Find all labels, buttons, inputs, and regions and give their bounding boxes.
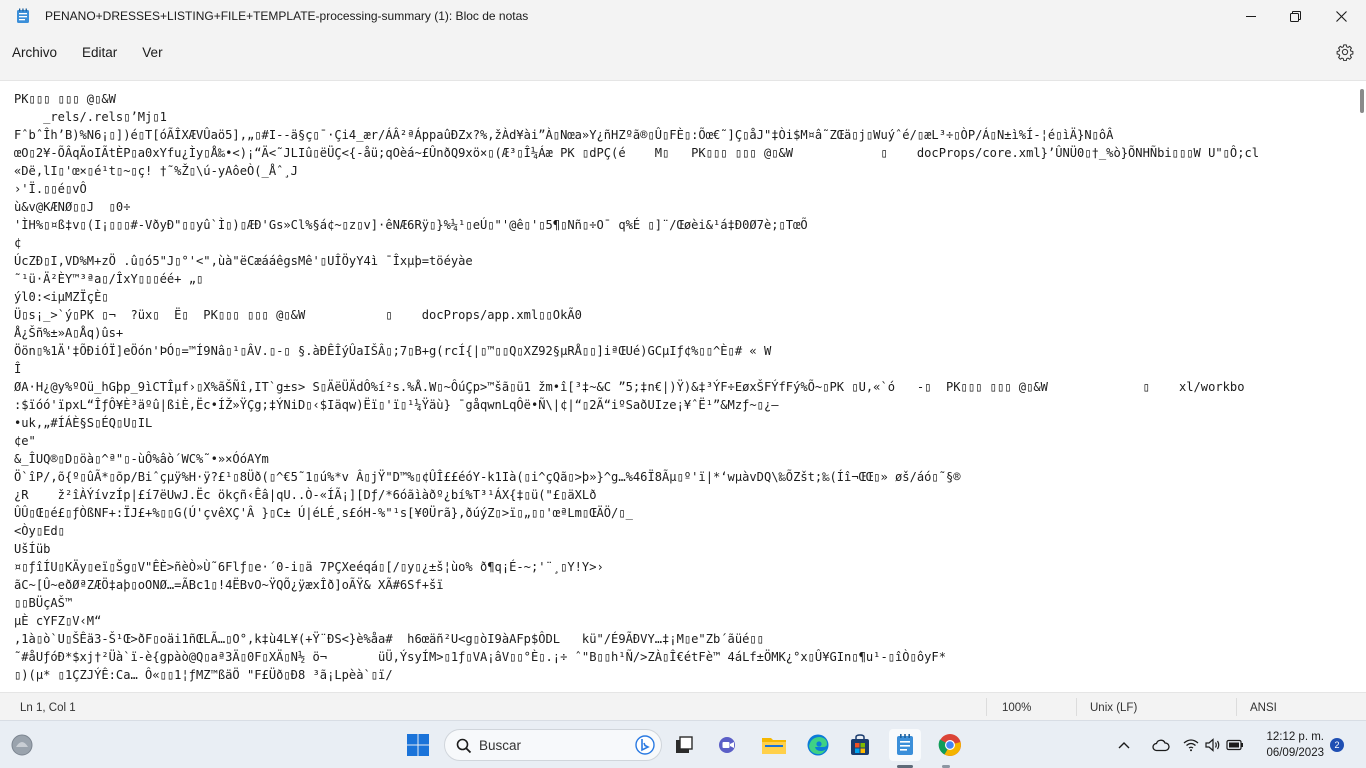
text-line: Ö`îP/,õ{º▯ûÃ*▯õp/Biˆçµÿ%H·ÿ?£¹▯8Üð(▯^€5˜… — [14, 470, 961, 484]
text-line: Î — [14, 362, 22, 376]
gear-icon — [1336, 44, 1354, 62]
text-line: ¢e" — [14, 434, 36, 448]
text-line: ýl0:<iµMZÏçÈ▯ — [14, 290, 109, 304]
start-button[interactable] — [402, 729, 434, 761]
minimize-button[interactable] — [1228, 0, 1274, 32]
zoom-level: 100% — [1002, 702, 1032, 714]
text-line: •uk,„#ÍÁÈ§S▯ÉQ▯U▯IL — [14, 416, 153, 430]
wifi-icon — [1183, 739, 1199, 752]
text-line: <Òy▯Ed▯ — [14, 524, 65, 538]
taskbar-search[interactable]: Buscar — [444, 729, 662, 761]
system-tray — [1112, 721, 1246, 768]
text-line: ãC~[Û~eðØªZÆÖ‡aþ▯oONØ…=ÃBc1▯!4ËBvO~ŸQÕ¿ÿ… — [14, 578, 444, 592]
editor-content[interactable]: PK▯▯▯ ▯▯▯ @▯&W _rels/.rels▯’Mj▯1 FˆbˆÎh’B… — [14, 90, 1350, 686]
text-line: 'ÌH%▯¤ß‡v▯(I¡▯▯▯#-VðyÐ"▯▯yû`Ì▯)▯ÆÐ'Gs»Cl… — [14, 218, 808, 232]
store-icon — [851, 734, 869, 755]
store-button[interactable] — [844, 729, 876, 761]
settings-button[interactable] — [1336, 43, 1354, 62]
menu-editar[interactable]: Editar — [70, 39, 129, 66]
text-line: &_ÎUQ®▯D▯öà▯^ª"▯-ùÔ%âò´WC%˜•»×ÓóAYm — [14, 452, 269, 466]
chrome-button[interactable] — [934, 729, 966, 761]
clock[interactable]: 12:12 p. m. 06/09/2023 — [1266, 729, 1324, 761]
menu-bar: Archivo Editar Ver — [0, 32, 1366, 72]
line-ending: Unix (LF) — [1090, 702, 1138, 714]
bing-icon — [635, 735, 655, 755]
text-line: Å¿Šñ%±»A▯Åq)ûs+ — [14, 326, 124, 340]
battery-icon — [1226, 739, 1243, 751]
edge-button[interactable] — [802, 729, 834, 761]
text-line: ù&v@KÆNØ▯▯J ▯0÷ — [14, 200, 131, 214]
meet-button[interactable] — [712, 729, 744, 761]
notification-badge[interactable]: 2 — [1330, 738, 1344, 752]
task-view-button[interactable] — [668, 729, 700, 761]
minimize-icon — [1246, 16, 1256, 17]
text-line: UšÍüb — [14, 542, 51, 556]
clock-time: 12:12 p. m. — [1266, 731, 1324, 743]
text-line: «Dë,lI▯'œ×▯é¹t▯~▯ç! †˜%Ž▯\ú-yAôeÒ(_Åˆ¸J — [14, 164, 298, 178]
text-line: Ü▯s¡_>`ý▯PK ▯¬ ?üx▯ Ë▯ PK▯▯▯ ▯▯▯ @▯&W ▯ … — [14, 308, 582, 322]
status-bar: Ln 1, Col 1 100% Unix (LF) ANSI — [0, 692, 1366, 720]
close-button[interactable] — [1318, 0, 1364, 32]
search-icon — [456, 738, 472, 754]
text-line: ÛÛ▯Œ▯é£▯ƒÒßNF+:ÏJ£+%▯▯G(Ú'çvêXÇ'Â }▯C± Ú… — [14, 506, 633, 520]
text-line: ¤▯ƒîÍU▯KÄy▯eï▯Šg▯V"ÊÈ>ñèÒ»Ù˜6Flƒ▯e·´0-i▯… — [14, 560, 604, 574]
search-placeholder: Buscar — [479, 737, 522, 753]
menu-ver[interactable]: Ver — [130, 39, 174, 66]
text-line: :$ïóó'ïpxL“ÎƒÔ¥È³äºû|ßiÈ,Ëc•ÍŽ»ŸÇg;‡ÝNiD… — [14, 398, 779, 412]
task-view-icon — [676, 736, 693, 753]
notepad-taskbar-button[interactable] — [889, 729, 921, 761]
text-line: PK▯▯▯ ▯▯▯ @▯&W — [14, 92, 116, 106]
weather-tray-button[interactable] — [1142, 738, 1180, 752]
cursor-position: Ln 1, Col 1 — [20, 702, 76, 714]
weather-icon — [11, 734, 33, 756]
taskbar: Buscar 12:12 p. m. 06/09/2023 2 — [0, 720, 1366, 768]
text-line: ▯)(µ* ▯1ÇZJÝÊ:Ca… Ô«▯▯1¦ƒMZ™ßäÖ "F£Üð▯Ð8… — [14, 668, 393, 682]
chrome-icon — [938, 734, 961, 756]
title-bar: PENANO+DRESSES+LISTING+FILE+TEMPLATE-pro… — [0, 0, 1366, 32]
text-line: µÈ cYFZ▯V‹M“ — [14, 614, 102, 628]
notepad-icon — [897, 734, 913, 755]
close-icon — [1335, 10, 1347, 22]
text-line: FˆbˆÎh’B)%N6¡▯])é▯T[óÃÎXÆVÛaö5],„▯#I--ä§… — [14, 128, 1114, 142]
folder-icon — [762, 738, 786, 754]
edge-browser-icon — [807, 734, 829, 756]
text-line: ▯▯BÜçAŠ™ — [14, 596, 73, 610]
text-line: Öön▯%1Ä'‡ÕÐiÓÏ]eÖón'ÞÓ▯=™Í9Nâ▯¹▯ÂV.▯-▯ §… — [14, 344, 772, 358]
vertical-scrollbar[interactable] — [1360, 89, 1364, 113]
maximize-button[interactable] — [1272, 0, 1318, 32]
text-line: ¢ — [14, 236, 22, 250]
menu-archivo[interactable]: Archivo — [0, 39, 69, 66]
file-explorer-button[interactable] — [758, 729, 790, 761]
text-line: ÚcZÐ▯I,VD%M+zÖ .û▯ó5"J▯°'<",ùà"ëCæááêgsM… — [14, 254, 473, 268]
text-line: ˜#åUƒóÐ*$xj†²Üà`ï-è{gpàò@Q▯aª3Ä▯0F▯XÄ▯N½… — [14, 650, 946, 664]
text-line: ØA·H¿@y%ºOü_hGþp_9ìCTÎµf›▯X%ãŠÑî,IT`g±s>… — [14, 380, 1245, 394]
volume-button[interactable] — [1202, 738, 1224, 752]
cloud-icon — [1152, 739, 1170, 752]
text-line: ¿R ž²îÀÝívzÍp|£í7ëUwJ.Ëc ökçñ‹Êâ|qU..Ò-«… — [14, 488, 597, 502]
restore-icon — [1289, 10, 1301, 22]
window-title: PENANO+DRESSES+LISTING+FILE+TEMPLATE-pro… — [45, 9, 529, 23]
widgets-button[interactable] — [6, 729, 38, 761]
video-chat-icon — [719, 737, 735, 753]
text-line: _rels/.rels▯’Mj▯1 — [14, 110, 167, 124]
notepad-icon — [15, 8, 31, 24]
text-line: ›'Ï.▯▯é▯vÔ — [14, 182, 87, 196]
text-line: ˜¹ü·Ä²ÈY™³ªa▯/ÎxY▯▯▯éé+ „▯ — [14, 272, 204, 286]
text-line: ,1à▯ò`U▯ŠÊä3-Š¹Œ>ðF▯oäi1ñŒLÃ…▯O°,k‡ù4L¥(… — [14, 632, 764, 646]
speaker-icon — [1205, 738, 1220, 752]
show-hidden-icons-button[interactable] — [1112, 741, 1136, 749]
encoding: ANSI — [1250, 702, 1277, 714]
wifi-button[interactable] — [1180, 738, 1202, 752]
windows-icon — [407, 734, 429, 756]
clock-date: 06/09/2023 — [1266, 747, 1324, 759]
text-line: œO▯2¥-ÕÂqÄoIÃtÈP▯a0xYfu¿Ìy▯Å‰•<)¡“Ä<˜JLI… — [14, 146, 1260, 160]
battery-button[interactable] — [1224, 739, 1246, 751]
text-editor[interactable]: PK▯▯▯ ▯▯▯ @▯&W _rels/.rels▯’Mj▯1 FˆbˆÎh’B… — [0, 80, 1366, 692]
chevron-up-icon — [1118, 742, 1130, 749]
